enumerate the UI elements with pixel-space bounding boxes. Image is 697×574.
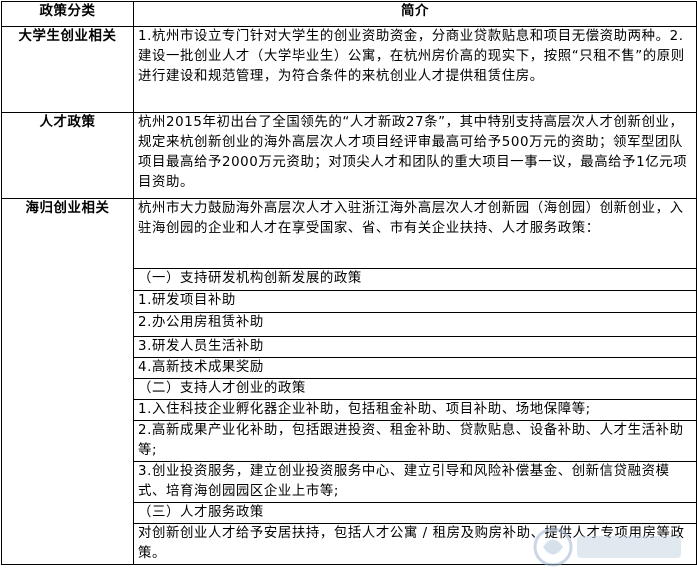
header-category: 政策分类 xyxy=(1,1,134,27)
category-cell: 大学生创业相关 xyxy=(1,26,134,113)
table-row: 人才政策 杭州2015年初出台了全国领先的“人才新政27条”，其中特别支持高层次… xyxy=(1,112,697,199)
policy-table: 政策分类 简介 大学生创业相关 1.杭州市设立专门针对大学生的创业资助资金，分商… xyxy=(1,1,697,565)
list-item: 1.入住科技企业孵化器企业补助，包括租金补助、项目补助、场地保障等; xyxy=(133,399,697,421)
list-item: 对创新创业人才给予安居扶持，包括人才公寓 / 租房及购房补助、提供人才专项用房等… xyxy=(133,523,697,565)
category-cell: 人才政策 xyxy=(1,112,134,199)
section-heading: （一）支持研发机构创新发展的政策 xyxy=(133,268,697,291)
list-item: 2.办公用房租赁补助 xyxy=(133,312,697,337)
list-item: 3.创业投资服务，建立创业投资服务中心、建立引导和风险补偿基金、创新信贷融资模式… xyxy=(133,461,697,503)
table-header-row: 政策分类 简介 xyxy=(1,1,697,27)
list-item: 1.研发项目补助 xyxy=(133,290,697,313)
description-cell: 杭州2015年初出台了全国领先的“人才新政27条”，其中特别支持高层次人才创新创… xyxy=(133,112,697,199)
list-item: 2.高新成果产业化补助，包括跟进投资、租金补助、贷款贴息、设备补助、人才生活补助… xyxy=(133,420,697,462)
list-item: 3.研发人员生活补助 xyxy=(133,336,697,358)
document-page: 政策分类 简介 大学生创业相关 1.杭州市设立专门针对大学生的创业资助资金，分商… xyxy=(0,1,697,574)
category-cell: 海归创业相关 xyxy=(1,198,134,565)
description-cell: 杭州市大力鼓励海外高层次人才入驻浙江海外高层次人才创新园（海创园）创新创业，入驻… xyxy=(133,198,697,269)
section-heading: （三）人才服务政策 xyxy=(133,502,697,524)
list-item: 4.高新技术成果奖励 xyxy=(133,357,697,379)
header-description: 简介 xyxy=(133,1,697,27)
description-cell: 1.杭州市设立专门针对大学生的创业资助资金，分商业贷款贴息和项目无偿资助两种。2… xyxy=(133,26,697,113)
table-row: 大学生创业相关 1.杭州市设立专门针对大学生的创业资助资金，分商业贷款贴息和项目… xyxy=(1,26,697,113)
table-row: 海归创业相关 杭州市大力鼓励海外高层次人才入驻浙江海外高层次人才创新园（海创园）… xyxy=(1,198,697,565)
section-heading: （二）支持人才创业的政策 xyxy=(133,378,697,400)
